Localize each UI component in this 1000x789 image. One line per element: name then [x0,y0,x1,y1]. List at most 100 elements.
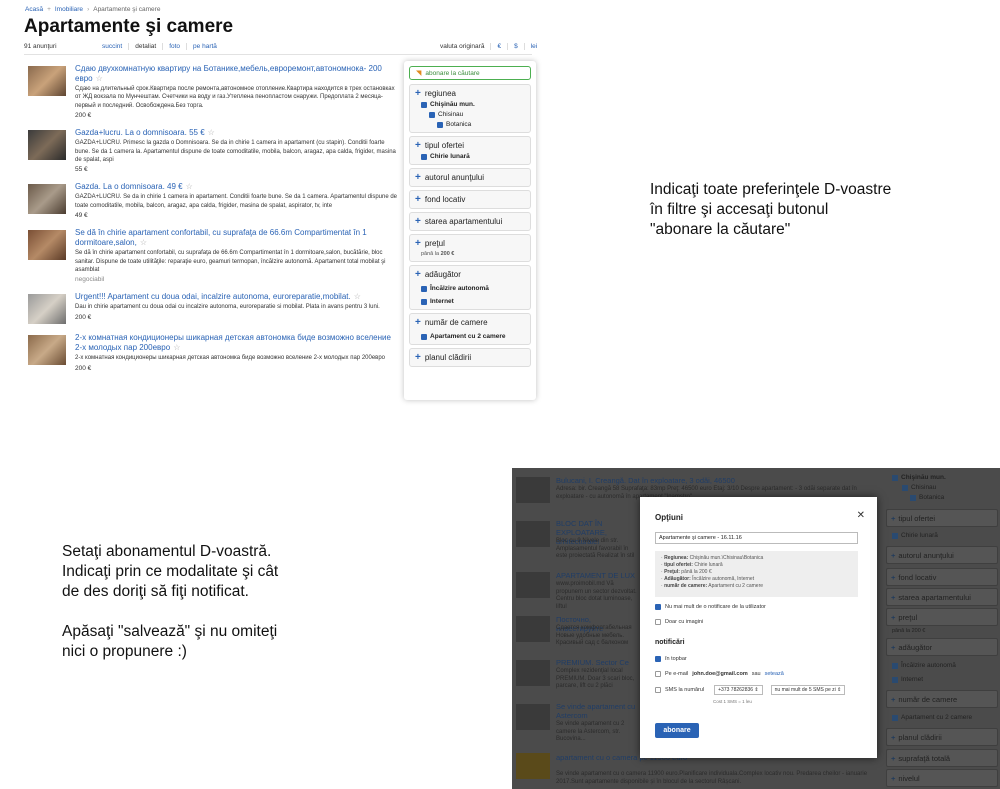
star-icon[interactable]: ☆ [208,128,215,137]
filter-label: autorul anunţului [424,173,484,182]
listing-title[interactable]: Gazda+lucru. La o domnisoara. 55 € ☆ [75,128,400,138]
option-label: Botanica [446,121,472,128]
star-icon[interactable]: ☆ [96,74,103,83]
filter-price[interactable]: + preţul până la 200 € [409,234,531,262]
filter-fund[interactable]: + fond locativ [409,190,531,209]
filter-offer-type[interactable]: + tipul ofertei Chirie lunară [409,136,531,165]
checkbox-icon[interactable] [421,333,427,340]
checkbox-icon[interactable] [421,153,427,160]
checkbox-icon[interactable] [437,121,443,128]
filter-summary: · Regiunea: Chişinău mun.\Chisinau\Botan… [655,551,858,597]
subscription-name-input[interactable] [655,532,858,544]
filter-plan[interactable]: + planul clădirii [409,348,531,367]
bg-filter-opt: Chişinău mun. [901,474,946,481]
plus-icon: + [415,351,421,363]
set-email-link[interactable]: setează [765,671,784,677]
plus-icon: + [415,193,421,205]
tab-map[interactable]: pe hartă [187,43,223,50]
checkbox-label: sau [751,671,761,677]
bg-filter: + tipul ofertei [886,509,998,527]
topbar-checkbox[interactable]: în topbar [655,656,687,662]
list-item: Se dă în chirie apartament confortabil, … [28,228,400,283]
option-label: Chirie lunară [430,153,470,160]
listing-photo[interactable] [28,184,66,215]
bg-listing-title: APARTAMENT DE LUX [556,571,636,580]
filter-state[interactable]: + starea apartamentului [409,212,531,231]
result-count: 91 anunţuri [24,43,57,50]
close-icon[interactable]: ✕ [857,510,865,521]
option-label: Chişinău mun. [430,101,475,108]
listing-title[interactable]: 2-х комнатная кондиционеры шикарная детс… [75,333,400,353]
listing-price: negociabil [75,276,105,284]
email-value: john.doe@gmail.com [692,671,748,677]
listing-desc: GAZDA+LUCRU. Primesc la gazda o Domnisoa… [75,140,396,164]
rss-icon: ◥ [416,70,422,77]
star-icon[interactable]: ☆ [173,343,180,352]
filter-region[interactable]: + regiunea Chişinău mun. Chisinau Botanic… [409,84,531,133]
star-icon[interactable]: ☆ [354,292,361,301]
sms-frequency-select[interactable]: nu mai mult de 5 SMS pe zi ⇕ [770,685,846,695]
listing-price: 55 € [75,166,88,174]
phone-select[interactable]: +373 78262836 ⇕ [714,685,763,695]
sms-checkbox[interactable]: SMS la numărul +373 78262836 ⇕ nu mai mult… [655,685,846,695]
dialog-title: Opţiuni [655,513,683,522]
filter-author[interactable]: + autorul anunţului [409,168,531,187]
star-icon[interactable]: ☆ [186,182,193,191]
checkbox-icon[interactable] [421,101,427,108]
checkbox-icon[interactable] [429,111,435,118]
listing-photo[interactable] [28,294,66,325]
listing-title[interactable]: Urgent!!! Apartament cu doua odai, incal… [75,292,400,302]
listing-title[interactable]: Se dă în chirie apartament confortabil, … [75,228,400,248]
breadcrumb-realestate[interactable]: Imobiliare [55,6,83,13]
instruction-1: Indicaţi toate preferinţele D-voastre în… [650,181,892,238]
star-icon[interactable]: ☆ [140,238,147,247]
bg-filter-opt: Chirie lunară [901,532,938,539]
currency-original[interactable]: valuta originară [434,43,492,50]
tab-photo[interactable]: foto [163,43,188,50]
sms-cost-note: Cost 1 SMS = 1 leu [713,699,752,704]
filter-extra[interactable]: + adăugător Încălzire autonomă Internet [409,265,531,310]
currency-switch: valuta originară € $ lei [434,43,543,50]
one-per-user-checkbox[interactable]: Nu mai mult de o notificare de la utiliz… [655,604,766,610]
filter-rooms[interactable]: + număr de camere Apartament cu 2 camere [409,313,531,345]
plus-icon: + [415,316,421,328]
listing-photo [516,521,550,547]
filter-label: tipul ofertei [424,141,464,150]
bg-filter: + preţul [886,608,998,626]
checkbox-icon [892,714,898,721]
currency-lei[interactable]: lei [525,43,544,50]
checkbox-icon [892,676,898,683]
bg-filter: + adăugător [886,638,998,656]
bg-filter-opt: Botanica [919,494,945,501]
tab-detailed[interactable]: detaliat [129,43,164,50]
checkbox-label: în topbar [665,656,687,662]
checkbox-icon [902,484,908,491]
tab-succinct[interactable]: succint [96,43,130,50]
images-only-checkbox[interactable]: Doar cu imagini [655,619,703,625]
listing-photo [516,572,550,598]
bg-filter: + starea apartamentului [886,588,998,606]
listing-title[interactable]: Gazda. La o domnisoara. 49 € ☆ [75,182,400,192]
filter-label: starea apartamentului [424,217,503,226]
email-checkbox[interactable]: Pe e-mail john.doe@gmail.com sau setează [655,671,784,677]
checkbox-icon [910,494,916,501]
listing-photo [516,753,550,779]
listing-title[interactable]: Сдаю двухкомнатную квартиру на Ботанике,… [75,64,400,84]
listing-photo [516,660,550,686]
listing-photo[interactable] [28,335,66,366]
subscribe-search-button[interactable]: ◥ abonare la căutare [409,66,531,80]
listing-photo[interactable] [28,66,66,96]
option-label: Internet [430,298,454,305]
listing-photo[interactable] [28,130,66,161]
bg-filter-opt: Încălzire autonomă [901,662,956,669]
currency-usd[interactable]: $ [508,43,525,50]
breadcrumb-home[interactable]: Acasă [25,6,43,13]
listing-desc: 2-х комнатная кондиционеры шикарная детс… [75,355,386,362]
listing-photo[interactable] [28,230,66,261]
currency-eur[interactable]: € [491,43,509,50]
subscribe-button[interactable]: abonare [655,723,699,738]
checkbox-icon[interactable] [421,285,427,292]
list-item: Gazda. La o domnisoara. 49 € ☆ GAZDA+LUCR… [28,182,400,219]
checkbox-icon[interactable] [421,298,427,305]
list-item: Сдаю двухкомнатную квартиру на Ботанике,… [28,64,400,119]
